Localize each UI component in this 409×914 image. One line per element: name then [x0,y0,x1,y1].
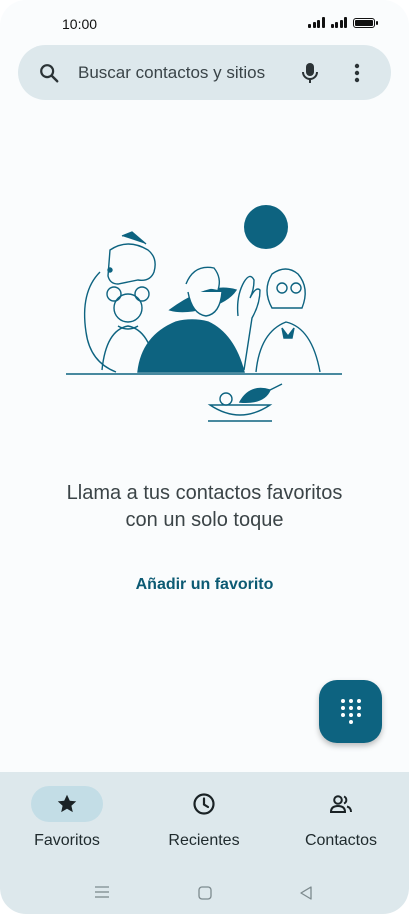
nav-label-recientes: Recientes [168,832,240,849]
star-icon [57,794,77,813]
more-options-icon[interactable] [353,62,361,84]
signal-icon [308,17,325,28]
add-favorite-link[interactable]: Añadir un favorito [0,576,409,594]
bottom-navigation: Favoritos Recientes Contactos [0,772,409,914]
nav-label-favoritos: Favoritos [34,832,100,849]
status-time: 10:00 [62,16,98,32]
status-icons [308,17,378,28]
status-bar: 10:00 [0,0,409,44]
phone-screen: 10:00 Buscar contactos y sitios Llama a … [0,0,409,914]
search-bar[interactable]: Buscar contactos y sitios [18,45,391,100]
people-icon [329,795,352,813]
search-input[interactable]: Buscar contactos y sitios [78,63,265,83]
home-icon[interactable] [198,886,212,900]
system-navigation-bar [0,878,409,908]
signal-icon-2 [330,17,347,28]
menu-icon[interactable] [95,886,109,898]
empty-state-title: Llama a tus contactos favoritos con un s… [66,482,343,531]
clock-icon [193,793,215,815]
search-icon [40,64,59,83]
mic-icon[interactable] [300,61,320,85]
favorites-illustration [66,205,342,422]
back-icon[interactable] [300,886,312,900]
nav-label-contactos: Contactos [304,832,378,849]
dialpad-icon [341,699,361,725]
battery-icon [353,17,378,28]
dialpad-button[interactable] [319,680,382,743]
